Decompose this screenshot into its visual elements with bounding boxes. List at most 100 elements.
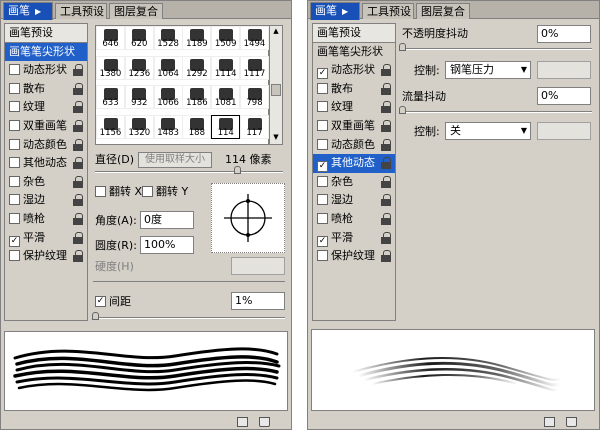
list-item-brush-presets[interactable]: 画笔预设 [5, 24, 87, 43]
opacity-min-input[interactable] [537, 61, 591, 79]
checkbox[interactable] [9, 64, 20, 76]
tab-brush[interactable]: 画笔 ▶ [310, 2, 360, 20]
spacing-slider[interactable] [95, 317, 285, 319]
checkbox[interactable] [317, 194, 328, 206]
list-item-texture[interactable]: 纹理 [313, 98, 395, 117]
opacity-jitter-slider-thumb[interactable] [399, 43, 406, 51]
flow-jitter-slider-thumb[interactable] [399, 106, 406, 114]
diameter-slider-thumb[interactable] [234, 166, 241, 174]
trash-icon[interactable] [566, 417, 577, 427]
checkbox[interactable] [9, 101, 20, 113]
brush-tip-cell[interactable]: 1081 [211, 85, 241, 109]
opacity-jitter-input[interactable]: 0% [537, 25, 591, 43]
list-item-wet-edges[interactable]: 湿边 [313, 191, 395, 210]
tab-menu-arrow-icon[interactable]: ▶ [35, 4, 41, 19]
brush-tip-cell[interactable]: 117 [240, 114, 269, 139]
lock-icon[interactable] [73, 231, 83, 244]
list-item-brush-presets[interactable]: 画笔预设 [313, 24, 395, 43]
brush-tip-cell[interactable]: 798 [240, 85, 269, 109]
checkbox[interactable]: ✓ [317, 235, 328, 247]
brush-tip-cell[interactable]: 1117 [240, 55, 269, 80]
checkbox[interactable] [317, 119, 328, 131]
lock-icon[interactable] [381, 250, 391, 263]
brush-tip-cell[interactable]: 1066 [153, 85, 183, 109]
list-item-texture[interactable]: 纹理 [5, 98, 87, 117]
brush-tip-cell[interactable]: 1494 [240, 26, 269, 50]
tab-layer-comps[interactable]: 图层复合 [416, 3, 470, 19]
checkbox[interactable] [317, 82, 328, 94]
tab-menu-arrow-icon[interactable]: ▶ [342, 4, 348, 19]
lock-icon[interactable] [381, 157, 391, 170]
tab-layer-comps[interactable]: 图层复合 [109, 3, 163, 19]
brush-grid-scrollbar[interactable]: ▲ ▼ [269, 25, 283, 145]
checkbox[interactable] [317, 250, 328, 262]
list-item-noise[interactable]: 杂色 [5, 173, 87, 192]
checkbox[interactable]: ✓ [9, 235, 20, 247]
list-item-shape-dynamics[interactable]: ✓ 动态形状 [313, 61, 395, 80]
opacity-control-select[interactable]: 钢笔压力 ▼ [445, 61, 531, 79]
list-item-color-dynamics[interactable]: 动态颜色 [313, 136, 395, 155]
spacing-input[interactable]: 1% [231, 292, 285, 310]
brush-tip-cell[interactable]: 1509 [211, 26, 241, 50]
list-item-scattering[interactable]: 散布 [5, 80, 87, 99]
list-item-brush-tip-shape[interactable]: 画笔笔尖形状 [5, 42, 87, 62]
flip-x-checkbox[interactable] [95, 186, 106, 197]
tab-tool-presets[interactable]: 工具预设 [362, 3, 414, 19]
checkbox[interactable] [9, 138, 20, 150]
list-item-dual-brush[interactable]: 双重画笔 [313, 117, 395, 136]
checkbox[interactable]: ✓ [317, 68, 328, 80]
brush-tip-cell[interactable]: 114 [211, 114, 241, 139]
checkbox[interactable]: ✓ [317, 161, 328, 173]
lock-icon[interactable] [381, 82, 391, 95]
list-item-airbrush[interactable]: 喷枪 [5, 210, 87, 229]
checkbox[interactable] [9, 119, 20, 131]
brush-tip-cell[interactable]: 188 [182, 114, 212, 139]
checkbox[interactable] [9, 250, 20, 262]
lock-icon[interactable] [381, 175, 391, 188]
brush-tip-cell[interactable]: 620 [124, 26, 154, 50]
angle-input[interactable]: 0度 [140, 211, 194, 229]
checkbox[interactable] [9, 82, 20, 94]
new-preset-icon[interactable] [544, 417, 555, 427]
brush-tip-cell[interactable]: 1528 [153, 26, 183, 50]
checkbox[interactable] [9, 157, 20, 169]
brush-tip-cell[interactable]: 1320 [124, 114, 154, 139]
checkbox[interactable] [9, 212, 20, 224]
lock-icon[interactable] [73, 212, 83, 225]
lock-icon[interactable] [73, 119, 83, 132]
lock-icon[interactable] [73, 175, 83, 188]
scroll-thumb[interactable] [271, 84, 281, 96]
lock-icon[interactable] [73, 157, 83, 170]
scroll-up-icon[interactable]: ▲ [271, 27, 281, 37]
flip-y-checkbox[interactable] [142, 186, 153, 197]
angle-roundness-preview[interactable] [211, 183, 285, 253]
brush-tip-cell[interactable]: 1380 [96, 55, 125, 80]
lock-icon[interactable] [73, 250, 83, 263]
list-item-color-dynamics[interactable]: 动态颜色 [5, 136, 87, 155]
list-item-wet-edges[interactable]: 湿边 [5, 191, 87, 210]
checkbox[interactable] [317, 175, 328, 187]
checkbox[interactable] [317, 212, 328, 224]
lock-icon[interactable] [73, 101, 83, 114]
lock-icon[interactable] [381, 212, 391, 225]
brush-tip-cell[interactable]: 1189 [182, 26, 212, 50]
flow-min-input[interactable] [537, 122, 591, 140]
brush-tip-cell[interactable]: 1064 [153, 55, 183, 80]
flow-jitter-slider[interactable] [402, 111, 592, 113]
list-item-shape-dynamics[interactable]: 动态形状 [5, 61, 87, 80]
lock-icon[interactable] [381, 101, 391, 114]
brush-tip-cell[interactable]: 633 [96, 85, 125, 109]
lock-icon[interactable] [381, 194, 391, 207]
checkbox[interactable] [317, 101, 328, 113]
list-item-smoothing[interactable]: ✓ 平滑 [5, 229, 87, 248]
list-item-protect-texture[interactable]: 保护纹理 [5, 247, 87, 266]
flow-control-select[interactable]: 关 ▼ [445, 122, 531, 140]
brush-tip-cell[interactable]: 1156 [96, 114, 125, 139]
lock-icon[interactable] [381, 138, 391, 151]
lock-icon[interactable] [381, 64, 391, 77]
diameter-slider[interactable] [95, 171, 283, 173]
brush-tip-cell[interactable]: 932 [124, 85, 154, 109]
hardness-input[interactable] [231, 257, 285, 275]
list-item-smoothing[interactable]: ✓ 平滑 [313, 229, 395, 248]
spacing-checkbox[interactable]: ✓ [95, 296, 106, 307]
